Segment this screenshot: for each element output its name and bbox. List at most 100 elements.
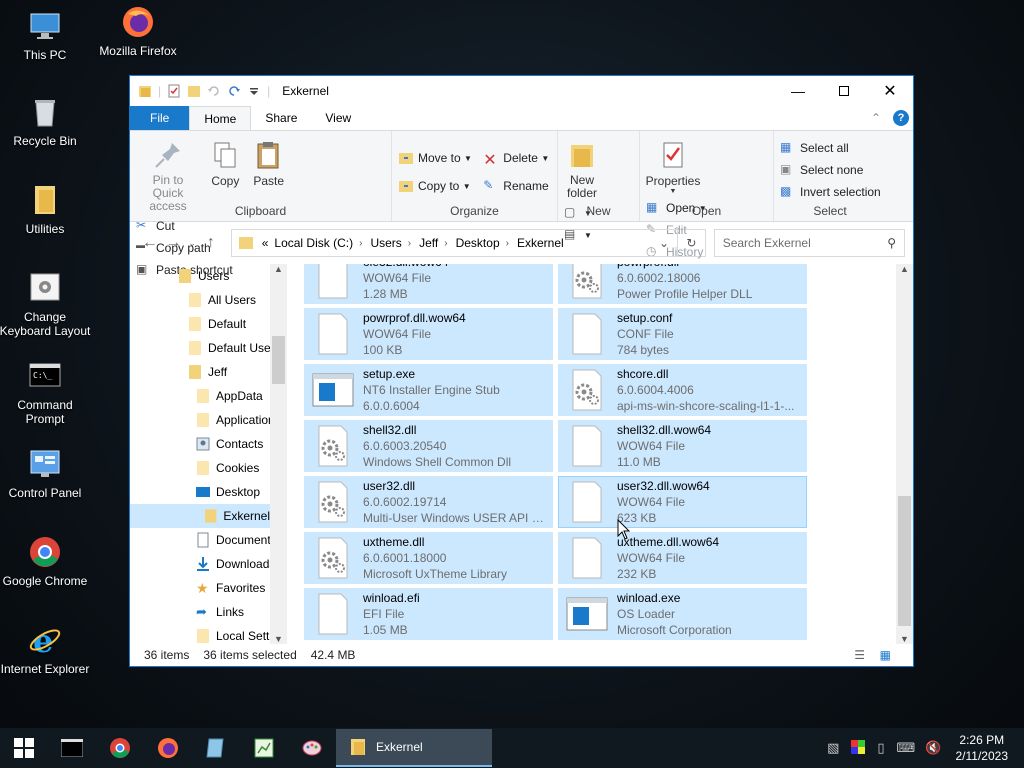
tiles-view-icon[interactable]: ▦ [880, 648, 891, 662]
nav-item-desktop[interactable]: Desktop [196, 480, 260, 504]
copy-path-button[interactable]: ▬ Copy path [136, 237, 233, 259]
file-tile[interactable]: shell32.dll.wow64 WOW64 File 11.0 MB [558, 420, 807, 472]
start-button[interactable] [0, 728, 48, 768]
folder-icon[interactable] [138, 84, 152, 98]
desktop-icon-control-panel[interactable]: Control Panel [0, 446, 93, 500]
file-tile[interactable]: uxtheme.dll.wow64 WOW64 File 232 KB [558, 532, 807, 584]
file-tile[interactable]: ole32.dll.wow64WOW64 File1.28 MB [304, 264, 553, 304]
files-scrollbar[interactable]: ▲ ▼ [896, 264, 913, 644]
nav-item-application[interactable]: Application [196, 408, 275, 432]
delete-button[interactable]: ✕ Delete ▼ [483, 147, 549, 169]
nav-item-default[interactable]: Default [188, 312, 246, 336]
nav-item-links[interactable]: ➦ Links [196, 600, 244, 624]
address-bar[interactable]: « Local Disk (C:) › Users › Jeff › Desktop ›… [230, 229, 679, 257]
move-to-button[interactable]: Move to ▼ [398, 147, 472, 169]
minimize-button[interactable]: — [775, 76, 821, 105]
details-view-icon[interactable]: ☰ [854, 648, 865, 662]
speaker-muted-icon[interactable]: 🔇 [925, 740, 941, 756]
nav-item-documents[interactable]: Documents [196, 528, 277, 552]
file-tile[interactable]: user32.dll 6.0.6002.19714 Multi-User Windo… [304, 476, 553, 528]
copy-button[interactable]: Copy [207, 135, 243, 188]
title-bar[interactable]: | | Exkernel — ✕ [130, 76, 913, 106]
copy-to-button[interactable]: Copy to ▼ [398, 175, 472, 197]
nav-item-default-user[interactable]: Default User [188, 336, 275, 360]
nav-item-downloads[interactable]: Downloads [196, 552, 275, 576]
desktop-icon-this-pc[interactable]: This PC [0, 8, 93, 62]
search-box[interactable]: Search Exkernel ⚲ [713, 229, 905, 257]
paste-button[interactable]: Paste [251, 135, 287, 188]
files-scroll-thumb[interactable] [898, 496, 911, 626]
help-icon[interactable]: ? [893, 110, 909, 126]
desktop-icon-internet-explorer[interactable]: e Internet Explorer [0, 622, 93, 676]
tab-share[interactable]: Share [251, 106, 311, 130]
scroll-up-icon[interactable]: ▲ [274, 264, 283, 274]
cut-button[interactable]: ✂ Cut [136, 215, 233, 237]
customize-qat-icon[interactable] [247, 84, 261, 98]
scroll-up-icon[interactable]: ▲ [900, 264, 909, 274]
file-tile[interactable]: powrprof.dll6.0.6002.18006Power Profile … [558, 264, 807, 304]
nav-item-favorites[interactable]: ★ Favorites [196, 576, 265, 600]
nav-item-jeff[interactable]: Jeff [188, 360, 227, 384]
breadcrumb-users[interactable]: Users [370, 236, 401, 250]
tab-view[interactable]: View [311, 106, 365, 130]
breadcrumb-exkernel[interactable]: Exkernel [517, 236, 564, 250]
tab-home[interactable]: Home [189, 106, 252, 130]
redo-icon[interactable] [227, 84, 241, 98]
desktop-icon-utilities[interactable]: Utilities [0, 182, 93, 236]
pin-to-quick-access-button[interactable]: Pin to Quick access [136, 135, 200, 213]
nav-scrollbar[interactable]: ▲ ▼ [270, 264, 287, 644]
desktop-icon-recycle-bin[interactable]: Recycle Bin [0, 94, 93, 148]
file-tile[interactable]: powrprof.dll.wow64 WOW64 File 100 KB [304, 308, 553, 360]
new-folder-button[interactable]: New folder [564, 135, 600, 200]
taskbar-firefox[interactable] [144, 728, 192, 768]
desktop-icon-firefox[interactable]: Mozilla Firefox [90, 4, 186, 58]
display-tray-icon[interactable] [851, 739, 866, 757]
taskbar-app-chart[interactable] [240, 728, 288, 768]
breadcrumb-jeff[interactable]: Jeff [419, 236, 438, 250]
file-tile[interactable]: shell32.dll 6.0.6003.20540 Windows Shell C… [304, 420, 553, 472]
network-tray-icon[interactable]: ▧ [827, 740, 839, 756]
tab-file[interactable]: File [130, 106, 190, 130]
taskbar-explorer-active[interactable]: Exkernel [336, 729, 492, 767]
nav-item-cookies[interactable]: Cookies [196, 456, 259, 480]
breadcrumb-local-disk[interactable]: Local Disk (C:) [274, 236, 353, 250]
file-tile[interactable]: winload.efi EFI File 1.05 MB [304, 588, 553, 640]
clock[interactable]: 2:26 PM 2/11/2023 [956, 732, 1009, 764]
scroll-down-icon[interactable]: ▼ [274, 634, 283, 644]
taskbar-chrome[interactable] [96, 728, 144, 768]
address-dropdown-icon[interactable]: ⌄ [659, 236, 669, 250]
select-all-button[interactable]: ▦ Select all [780, 137, 881, 159]
nav-item-exkernel[interactable]: Exkernel [130, 504, 270, 528]
undo-icon[interactable] [207, 84, 221, 98]
nav-item-users[interactable]: Users [178, 264, 229, 288]
desktop-icon-google-chrome[interactable]: Google Chrome [0, 534, 93, 588]
nav-scroll-thumb[interactable] [272, 336, 285, 384]
desktop-icon-change-keyboard-layout[interactable]: Change Keyboard Layout [0, 270, 93, 338]
file-tile[interactable]: shcore.dll 6.0.6004.4006 api-ms-win-shcore… [558, 364, 807, 416]
usb-tray-icon[interactable]: ▯ [877, 740, 884, 756]
nav-item-all-users[interactable]: All Users [188, 288, 256, 312]
desktop-icon-command-prompt[interactable]: C:\_ Command Prompt [0, 358, 93, 426]
maximize-button[interactable] [821, 76, 867, 105]
taskbar-app-paint[interactable] [288, 728, 336, 768]
keyboard-tray-icon[interactable]: ⌨ [897, 740, 916, 756]
file-tile[interactable]: user32.dll.wow64 WOW64 File 623 KB [558, 476, 807, 528]
breadcrumb-overflow[interactable]: « [262, 236, 269, 250]
properties-button[interactable]: Properties ▼ [646, 135, 700, 195]
nav-item-contacts[interactable]: Contacts [196, 432, 263, 456]
rename-button[interactable]: ✎ Rename [483, 175, 549, 197]
select-none-button[interactable]: ▣ Select none [780, 159, 881, 181]
properties-icon[interactable] [167, 84, 181, 98]
taskbar-app-blue[interactable] [192, 728, 240, 768]
nav-item-appdata[interactable]: AppData [196, 384, 263, 408]
file-tile[interactable]: uxtheme.dll 6.0.6001.18000 Microsoft UxThe… [304, 532, 553, 584]
invert-selection-button[interactable]: ▩ Invert selection [780, 181, 881, 203]
file-tile[interactable]: setup.exe NT6 Installer Engine Stub 6.0.0.… [304, 364, 553, 416]
breadcrumb-desktop[interactable]: Desktop [456, 236, 500, 250]
collapse-ribbon-icon[interactable]: ⌃ [871, 111, 881, 125]
close-button[interactable]: ✕ [867, 76, 913, 105]
new-folder-icon[interactable] [187, 84, 201, 98]
file-tile[interactable]: setup.conf CONF File 784 bytes [558, 308, 807, 360]
scroll-down-icon[interactable]: ▼ [900, 634, 909, 644]
taskbar-cmd[interactable] [48, 728, 96, 768]
